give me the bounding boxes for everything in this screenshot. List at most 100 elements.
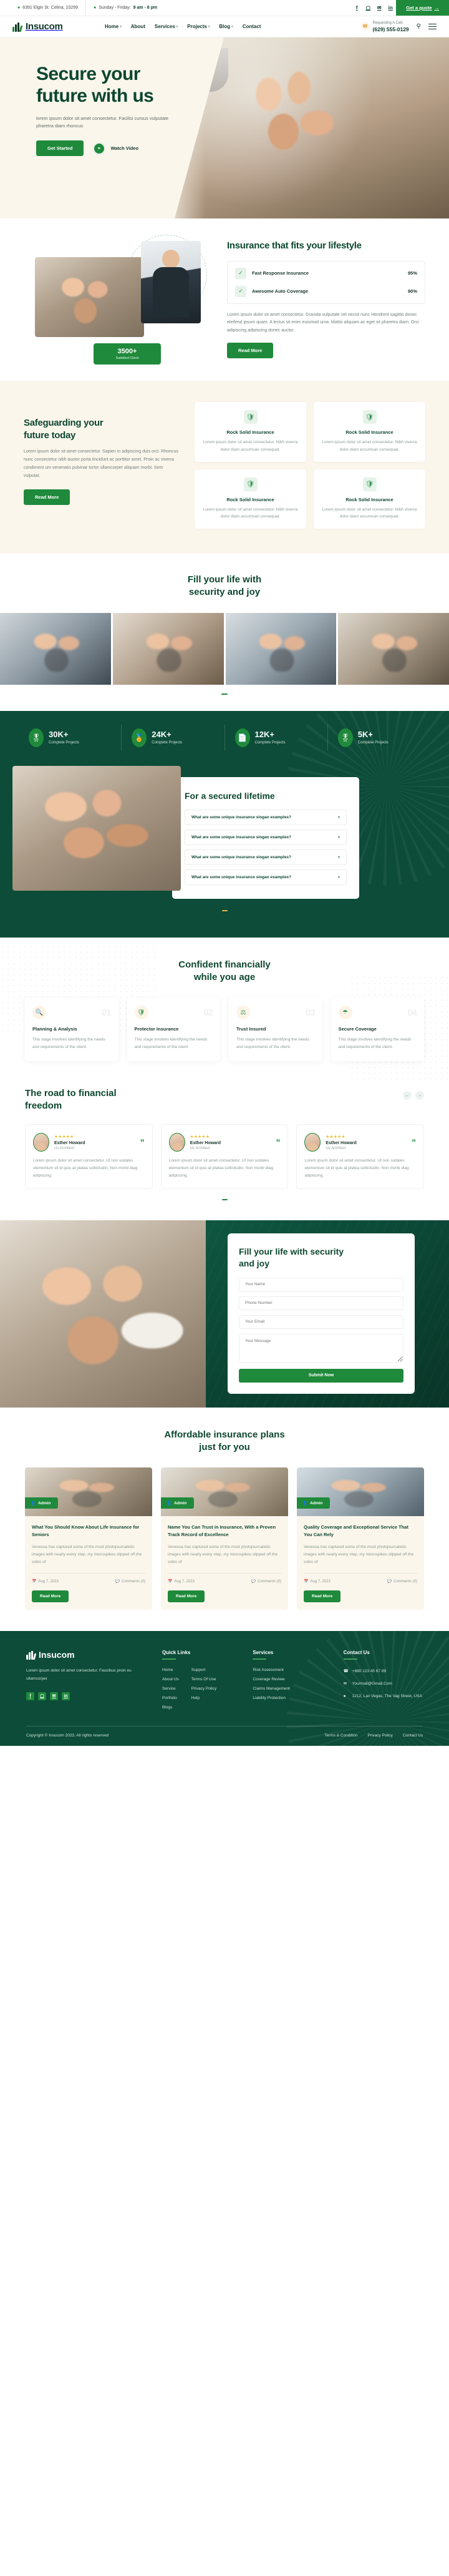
service-card-title: Rock Solid Insurance bbox=[226, 429, 274, 436]
get-started-button[interactable]: Get Started bbox=[36, 140, 84, 157]
nav-item-about[interactable]: About bbox=[131, 24, 145, 29]
comment-icon: 💬 bbox=[115, 1580, 120, 1584]
arrow-left-icon[interactable]: ← bbox=[403, 1091, 412, 1100]
footer-link-terms-of-use[interactable]: Terms Of Use bbox=[191, 1677, 216, 1682]
faq-item[interactable]: What are some unique insurance slogan ex… bbox=[185, 809, 347, 825]
faq-item[interactable]: What are some unique insurance slogan ex… bbox=[185, 829, 347, 845]
footer-link-privacy-policy[interactable]: Privacy Policy bbox=[191, 1687, 216, 1691]
twitter-icon[interactable]: ✉ bbox=[50, 1692, 58, 1700]
gallery-image[interactable] bbox=[0, 612, 111, 685]
arrow-right-icon[interactable]: → bbox=[415, 1091, 424, 1100]
footer-email[interactable]: ✉ Yourmail@Gmail.Com bbox=[344, 1680, 423, 1687]
nav-item-blog[interactable]: Blog ▾ bbox=[219, 24, 233, 29]
linkedin-icon[interactable]: in bbox=[385, 0, 396, 16]
gallery-pagination-dots[interactable] bbox=[0, 693, 449, 695]
blog-card[interactable]: 👤 Admin Quality Coverage and Exceptional… bbox=[297, 1467, 424, 1610]
process-card[interactable]: ⚖ 03 Trust Insured This stage involves i… bbox=[229, 997, 322, 1062]
footer-service-liability-protection[interactable]: Liability Protection bbox=[253, 1696, 290, 1700]
footer-link-home[interactable]: Home bbox=[162, 1668, 179, 1672]
faq-item[interactable]: What are some unique insurance slogan ex… bbox=[185, 869, 347, 885]
footer-service-risk-assessment[interactable]: Risk Assessment bbox=[253, 1668, 290, 1672]
get-a-quote-button[interactable]: Get a quote → bbox=[396, 0, 449, 16]
safeguard-read-more-button[interactable]: Read More bbox=[24, 489, 70, 506]
message-input[interactable] bbox=[239, 1333, 403, 1363]
twitter-icon[interactable]: ✉ bbox=[374, 0, 385, 16]
document-search-icon: 🔍 bbox=[32, 1006, 46, 1020]
submit-button[interactable]: Submit Now bbox=[239, 1368, 403, 1383]
footer-link-blogs[interactable]: Blogs bbox=[162, 1705, 179, 1710]
search-icon[interactable]: ⚲ bbox=[415, 23, 422, 30]
faq-pagination-dots[interactable] bbox=[0, 909, 449, 911]
stat-label: Complete Projects bbox=[152, 741, 183, 745]
about-photo-family bbox=[35, 257, 144, 337]
footer-link-about-us[interactable]: About Us bbox=[162, 1677, 179, 1682]
process-number: 03 bbox=[305, 1007, 316, 1018]
check-icon: ✓ bbox=[235, 285, 246, 297]
watch-video-button[interactable]: ► Watch Video bbox=[92, 141, 138, 155]
footer-contact-us-link[interactable]: Contact Us bbox=[403, 1733, 423, 1738]
testimonials-title: The road to financial freedom bbox=[25, 1087, 117, 1113]
brand-logo-link[interactable]: Insucom bbox=[12, 21, 100, 32]
footer-phone[interactable]: ☎ +880 123 45 67 89 bbox=[344, 1668, 423, 1675]
nav-item-services[interactable]: Services ▾ bbox=[155, 24, 178, 29]
footer-service-claims-management[interactable]: Claims Management bbox=[253, 1687, 290, 1691]
blog-card[interactable]: 👤 Admin What You Should Know About Life … bbox=[25, 1467, 152, 1610]
blog-post-meta: 📅 Aug 7, 2023 💬 Comments (0) bbox=[32, 1573, 145, 1584]
facebook-icon[interactable]: f bbox=[26, 1692, 34, 1700]
shield-icon: 🛡 bbox=[243, 410, 258, 424]
footer-privacy-policy-link[interactable]: Privacy Policy bbox=[367, 1733, 392, 1738]
faq-item[interactable]: What are some unique insurance slogan ex… bbox=[185, 849, 347, 865]
pagination-dot-active[interactable] bbox=[221, 909, 228, 911]
process-card[interactable]: 🛡 02 Protector Insurance This stage invo… bbox=[127, 997, 220, 1062]
instagram-icon[interactable]: ▢ bbox=[38, 1692, 46, 1700]
hero-title: Secure your future with us bbox=[36, 64, 206, 107]
footer-service-coverage-review[interactable]: Coverage Review bbox=[253, 1677, 290, 1682]
facebook-icon[interactable]: f bbox=[351, 0, 362, 16]
instagram-icon[interactable]: ▢ bbox=[362, 0, 374, 16]
safeguard-content: Safeguarding your future today Lorem ips… bbox=[24, 402, 180, 529]
service-card[interactable]: 🛡 Rock Solid Insurance Lorem ipsum dolor… bbox=[195, 402, 306, 462]
footer-terms-condition-link[interactable]: Terms & Condition bbox=[324, 1733, 357, 1738]
footer-link-portfolio[interactable]: Portfolio bbox=[162, 1696, 179, 1700]
process-card[interactable]: 🔍 01 Planning & Analysis This stage invo… bbox=[25, 997, 118, 1062]
about-read-more-button[interactable]: Read More bbox=[227, 343, 274, 359]
main-navigation: Insucom Home ▾ About Services ▾ Projects ▾ … bbox=[0, 16, 449, 37]
testimonials-pagination-dots[interactable] bbox=[0, 1198, 449, 1200]
gallery-image[interactable] bbox=[225, 612, 337, 685]
blog-comments: 💬 Comments (0) bbox=[251, 1579, 282, 1584]
linkedin-icon[interactable]: in bbox=[62, 1692, 70, 1700]
phone-input[interactable] bbox=[239, 1296, 403, 1310]
nav-item-contact[interactable]: Contact bbox=[243, 24, 261, 29]
footer-link-service[interactable]: Service bbox=[162, 1687, 179, 1691]
phone-icon: ☎ bbox=[343, 1668, 349, 1673]
blog-title-line1: Affordable insurance plans bbox=[164, 1429, 285, 1440]
service-card[interactable]: 🛡 Rock Solid Insurance Lorem ipsum dolor… bbox=[314, 469, 425, 529]
pagination-dot-active[interactable] bbox=[221, 693, 228, 695]
service-card[interactable]: 🛡 Rock Solid Insurance Lorem ipsum dolor… bbox=[314, 402, 425, 462]
service-card-title: Rock Solid Insurance bbox=[345, 496, 393, 502]
testimonials-section: The road to financial freedom ← → ★★★★★ … bbox=[0, 1084, 449, 1220]
request-call-block[interactable]: ☎ Requesting A Call: (629) 555-0129 bbox=[360, 21, 409, 32]
blog-card[interactable]: 👤 Admin Name You Can Trust in Insurance,… bbox=[161, 1467, 288, 1610]
footer-address-text: 1212, Lav Vegas, The Vag Street, USA bbox=[352, 1693, 422, 1698]
gallery-image[interactable] bbox=[112, 612, 224, 685]
footer-link-help[interactable]: Help bbox=[191, 1696, 216, 1700]
email-input[interactable] bbox=[239, 1315, 403, 1329]
faq-question: What are some unique insurance slogan ex… bbox=[191, 815, 292, 820]
pagination-dot-active[interactable] bbox=[221, 1198, 228, 1200]
footer-link-support[interactable]: Support bbox=[191, 1668, 216, 1672]
skill-name: Fast Response Insurance bbox=[252, 270, 309, 276]
shield-icon: 🛡 bbox=[362, 477, 377, 491]
hamburger-icon[interactable] bbox=[428, 23, 437, 30]
blog-read-more-button[interactable]: Read More bbox=[304, 1590, 341, 1603]
blog-read-more-button[interactable]: Read More bbox=[32, 1590, 69, 1603]
nav-item-projects[interactable]: Projects ▾ bbox=[187, 24, 210, 29]
blog-comments: 💬 Comments (0) bbox=[387, 1579, 418, 1584]
process-card[interactable]: ☂ 04 Secure Coverage This stage involves… bbox=[331, 997, 424, 1062]
rating-stars: ★★★★★ bbox=[54, 1134, 74, 1139]
service-card[interactable]: 🛡 Rock Solid Insurance Lorem ipsum dolor… bbox=[195, 469, 306, 529]
blog-read-more-button[interactable]: Read More bbox=[168, 1590, 205, 1603]
gallery-image[interactable] bbox=[338, 612, 449, 685]
name-input[interactable] bbox=[239, 1277, 403, 1291]
nav-item-home[interactable]: Home ▾ bbox=[105, 24, 122, 29]
